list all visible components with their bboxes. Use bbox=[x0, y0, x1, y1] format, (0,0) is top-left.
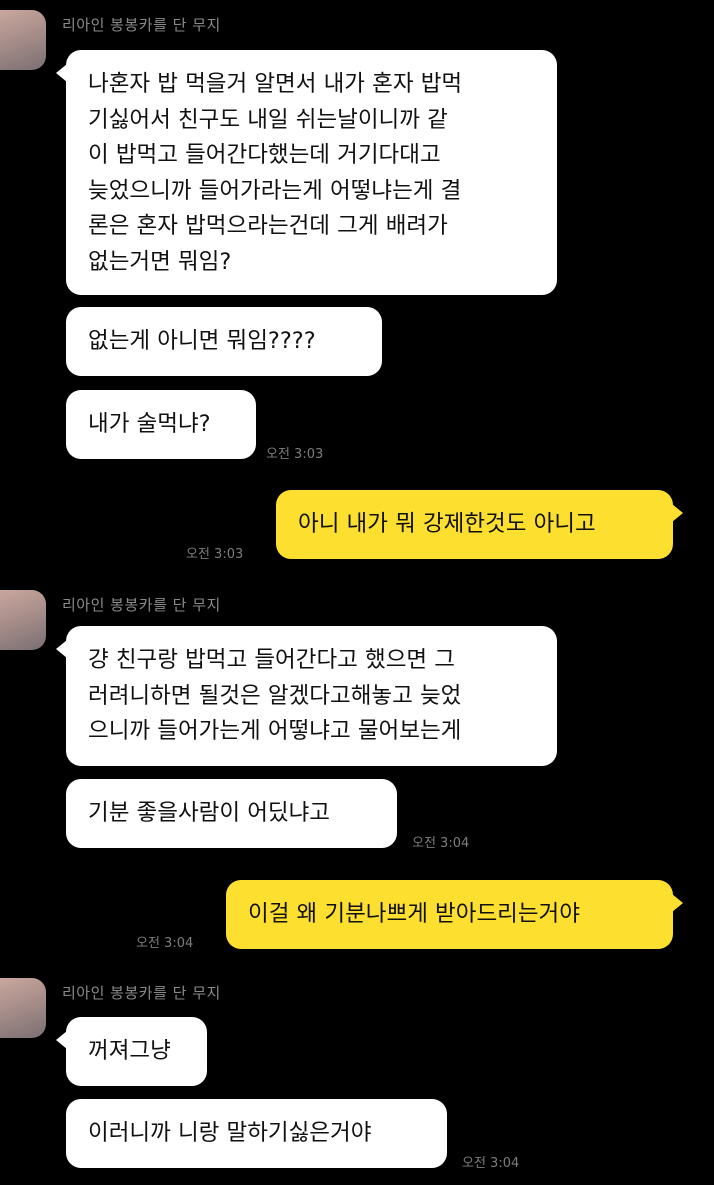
message-bubble[interactable]: 꺼져그냥 bbox=[66, 1017, 207, 1086]
bubble-tail bbox=[672, 894, 683, 912]
message-line: 론은 혼자 밥먹으라는건데 그게 배려가 bbox=[88, 213, 448, 239]
avatar[interactable] bbox=[0, 978, 46, 1038]
avatar[interactable] bbox=[0, 10, 46, 70]
sender-name: 리아인 봉봉카를 단 무지 bbox=[62, 984, 221, 1002]
message-line: 꺼져그냥 bbox=[88, 1038, 171, 1064]
message-time: 오전 3:04 bbox=[412, 836, 470, 851]
message-bubble[interactable]: 걍 친구랑 밥먹고 들어간다고 했으면 그 러려니하면 될것은 알겠다고해놓고 … bbox=[66, 626, 557, 766]
avatar[interactable] bbox=[0, 590, 46, 650]
message-line: 으니까 들어가는게 어떻냐고 물어보는게 bbox=[88, 718, 462, 744]
message-line: 없는거면 뭐임? bbox=[88, 248, 232, 275]
message-line: 내가 술먹냐? bbox=[88, 411, 211, 437]
message-line: 이 밥먹고 들어간다했는데 거기다대고 bbox=[88, 142, 441, 168]
message-line: 걍 친구랑 밥먹고 들어간다고 했으면 그 bbox=[88, 647, 455, 673]
message-bubble[interactable]: 기분 좋을사람이 어딨냐고 bbox=[66, 779, 397, 848]
message-bubble-outgoing[interactable]: 이걸 왜 기분나쁘게 받아드리는거야 bbox=[226, 880, 673, 949]
message-bubble[interactable]: 이러니까 니랑 말하기싫은거야 bbox=[66, 1099, 447, 1168]
message-line: 이걸 왜 기분나쁘게 받아드리는거야 bbox=[248, 901, 580, 927]
message-line: 늦었으니까 들어가라는게 어떻냐는게 결 bbox=[88, 177, 462, 204]
message-time: 오전 3:03 bbox=[266, 447, 324, 462]
message-time: 오전 3:03 bbox=[186, 547, 244, 562]
sender-name: 리아인 봉봉카를 단 무지 bbox=[62, 16, 221, 34]
message-time: 오전 3:04 bbox=[462, 1156, 520, 1171]
message-line: 이러니까 니랑 말하기싫은거야 bbox=[88, 1120, 372, 1146]
message-bubble-outgoing[interactable]: 아니 내가 뭐 강제한것도 아니고 bbox=[276, 490, 673, 559]
message-bubble[interactable]: 나혼자 밥 먹을거 알면서 내가 혼자 밥먹 기싫어서 친구도 내일 쉬는날이니… bbox=[66, 50, 557, 295]
message-line: 기싫어서 친구도 내일 쉬는날이니까 같 bbox=[88, 106, 448, 133]
message-line: 없는게 아니면 뭐임???? bbox=[88, 328, 316, 354]
message-time: 오전 3:04 bbox=[136, 936, 194, 951]
message-line: 기분 좋을사람이 어딨냐고 bbox=[88, 800, 331, 826]
message-bubble[interactable]: 내가 술먹냐? bbox=[66, 390, 256, 459]
message-line: 아니 내가 뭐 강제한것도 아니고 bbox=[298, 511, 596, 537]
message-bubble[interactable]: 없는게 아니면 뭐임???? bbox=[66, 307, 382, 376]
message-line: 러려니하면 될것은 알겠다고해놓고 늦었 bbox=[88, 682, 462, 709]
bubble-tail bbox=[672, 504, 683, 522]
message-line: 나혼자 밥 먹을거 알면서 내가 혼자 밥먹 bbox=[88, 71, 463, 97]
sender-name: 리아인 봉봉카를 단 무지 bbox=[62, 596, 221, 614]
